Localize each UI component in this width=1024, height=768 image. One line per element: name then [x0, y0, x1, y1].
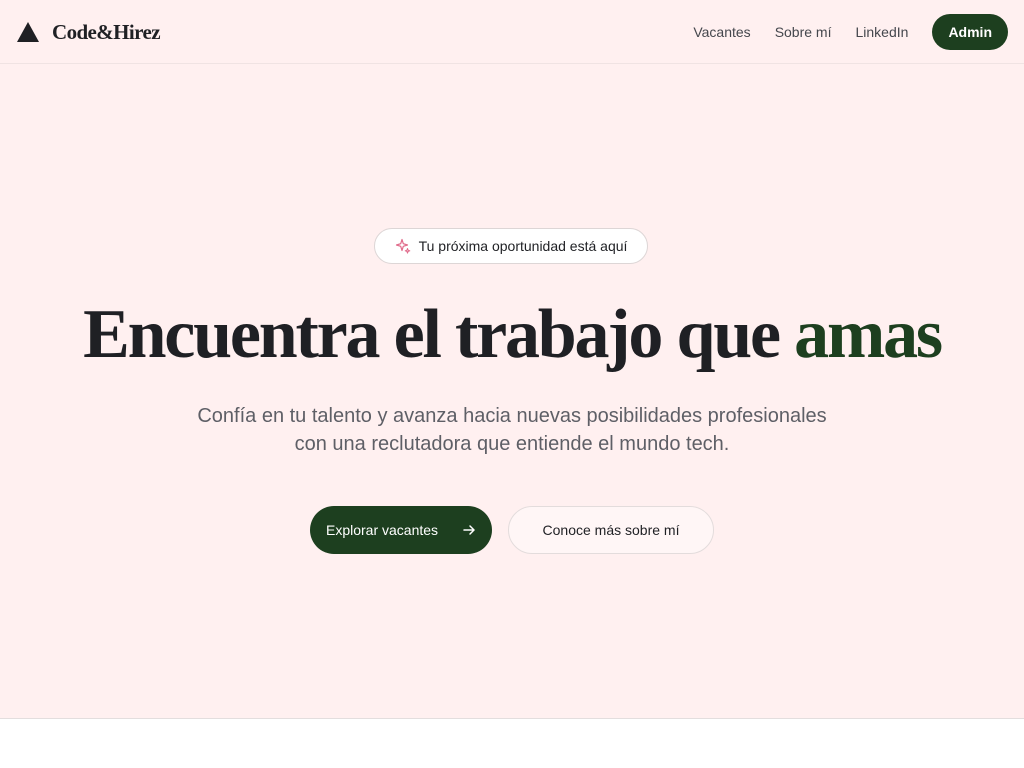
triangle-logo-icon	[17, 22, 39, 42]
about-me-button[interactable]: Conoce más sobre mí	[508, 506, 714, 554]
sparkle-icon	[395, 238, 410, 254]
hero-headline: Encuentra el trabajo que amas	[0, 290, 1024, 380]
brand-logo-link[interactable]: Code&Hirez	[16, 18, 161, 46]
landing-page: Code&Hirez Vacantes Sobre mí LinkedIn Ad…	[0, 0, 1024, 768]
site-header: Code&Hirez Vacantes Sobre mí LinkedIn Ad…	[0, 0, 1024, 64]
explore-vacancies-label: Explorar vacantes	[326, 522, 439, 538]
main-nav: Vacantes Sobre mí LinkedIn Admin	[693, 14, 1008, 50]
nav-link-linkedin[interactable]: LinkedIn	[856, 24, 909, 40]
subtitle-line-2: con una reclutadora que entiende el mund…	[294, 433, 730, 455]
headline-accent: amas	[794, 296, 943, 373]
headline-main: Encuentra el trabajo que	[83, 296, 795, 373]
admin-button[interactable]: Admin	[932, 14, 1008, 50]
explore-vacancies-button[interactable]: Explorar vacantes	[310, 506, 492, 554]
nav-link-vacantes[interactable]: Vacantes	[693, 24, 750, 40]
subtitle-line-1: Confía en tu talento y avanza hacia nuev…	[197, 405, 827, 427]
about-me-label: Conoce más sobre mí	[542, 522, 680, 538]
nav-link-sobre-mi[interactable]: Sobre mí	[775, 24, 832, 40]
hero-subtitle: Confía en tu talento y avanza hacia nuev…	[162, 402, 862, 458]
arrow-right-icon	[463, 525, 475, 535]
opportunity-badge: Tu próxima oportunidad está aquí	[374, 228, 648, 264]
brand-name: Code&Hirez	[52, 19, 161, 44]
badge-text: Tu próxima oportunidad está aquí	[418, 238, 628, 254]
